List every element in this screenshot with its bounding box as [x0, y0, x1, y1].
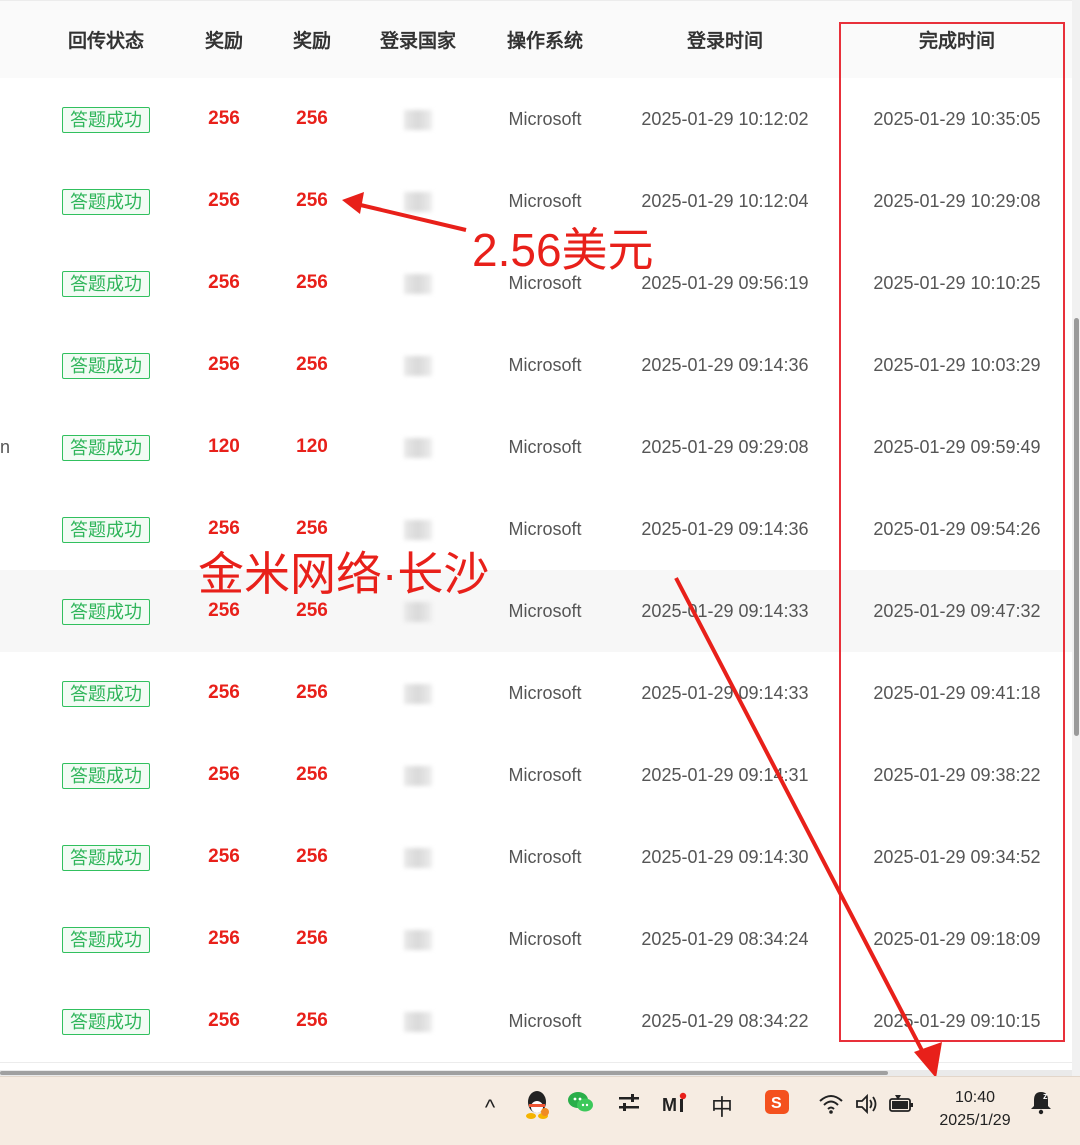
chevron-up-icon[interactable]: ^ — [478, 1088, 502, 1128]
clock-time: 10:40 — [954, 1089, 996, 1106]
wechat-icon[interactable] — [566, 1088, 596, 1128]
annotation-company: 金米网络·长沙 — [198, 548, 490, 600]
notification-icon[interactable]: z — [1026, 1088, 1056, 1128]
clock-date: 2025/1/29 — [939, 1112, 1011, 1129]
arrow-to-clock — [674, 577, 930, 1063]
sogou-icon[interactable]: S — [762, 1088, 792, 1128]
system-clock[interactable]: 10:40 2025/1/29 — [930, 1086, 1020, 1132]
qq-icon[interactable] — [522, 1088, 552, 1128]
settings-sliders-icon[interactable] — [614, 1088, 644, 1128]
annotation-arrows — [342, 192, 942, 1078]
ime-icon[interactable]: 中 — [708, 1088, 736, 1128]
svg-text:M: M — [662, 1095, 677, 1115]
arrow-to-reward — [351, 201, 467, 232]
svg-text:S: S — [771, 1095, 782, 1112]
wifi-icon[interactable] — [816, 1088, 846, 1128]
mail-icon[interactable]: M — [660, 1088, 690, 1128]
svg-text:z: z — [1043, 1091, 1048, 1101]
battery-icon[interactable] — [886, 1088, 916, 1128]
annotation-amount: 2.56美元 — [472, 224, 654, 276]
volume-icon[interactable] — [852, 1088, 882, 1128]
arrow-head-reward — [342, 192, 364, 214]
